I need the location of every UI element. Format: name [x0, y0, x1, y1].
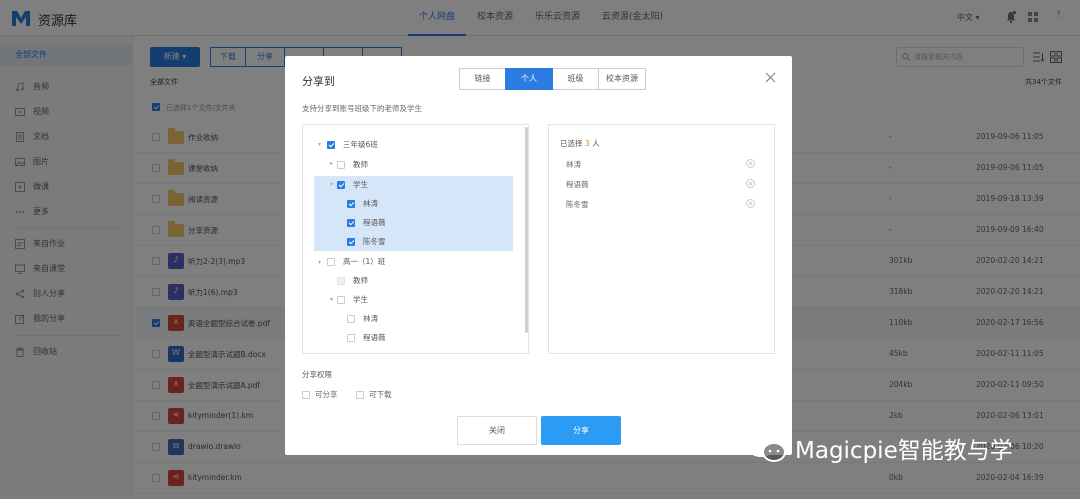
tree-node-teachers[interactable]: 教师: [337, 155, 368, 175]
tree-scrollbar[interactable]: [525, 127, 528, 333]
tree-node-student[interactable]: 林涛: [347, 309, 378, 329]
tree-node-label: 陈冬雪: [363, 237, 386, 246]
recipient-tree: ▾ 三年级6班 ▸ 教师 ▾ 学生 林涛 程语薇 陈冬雪 ▾ 高一（1）班 教师…: [302, 124, 529, 354]
tree-checkbox-disabled: [337, 277, 345, 285]
share-dialog: 分享到 链接 个人 班级 校本资源 支持分享到账号班级下的老师及学生 ▾ 三年级…: [285, 56, 792, 455]
tree-node-student[interactable]: 程语薇: [347, 328, 386, 348]
tree-checkbox[interactable]: [337, 161, 345, 169]
tree-node-label: 学生: [353, 180, 368, 189]
tab-class[interactable]: 班级: [552, 68, 599, 90]
selected-recipients-panel: 已选择 3 人 林涛 程语薇 陈冬雪: [548, 124, 775, 354]
expand-arrow-icon[interactable]: ▾: [330, 181, 333, 188]
tree-node-class-senior1-1[interactable]: 高一（1）班: [327, 252, 385, 272]
tree-node-label: 学生: [353, 295, 368, 304]
collapse-arrow-icon[interactable]: ▸: [330, 160, 333, 167]
can-download-checkbox[interactable]: [356, 391, 364, 399]
selected-count-label: 已选择 3 人: [560, 138, 600, 149]
tree-node-student[interactable]: 程语薇: [347, 213, 386, 233]
close-icon[interactable]: [765, 72, 776, 83]
can-share-checkbox[interactable]: [302, 391, 310, 399]
tree-checkbox[interactable]: [347, 334, 355, 342]
tree-node-label: 林涛: [363, 199, 378, 208]
expand-arrow-icon[interactable]: ▾: [318, 141, 321, 148]
tree-node-students[interactable]: 学生: [337, 175, 368, 195]
tree-node-student[interactable]: 林涛: [347, 194, 378, 214]
wechat-icon: [746, 433, 786, 462]
tree-checkbox[interactable]: [347, 238, 355, 246]
permission-label: 可下载: [369, 390, 392, 399]
tree-node-label: 三年级6班: [343, 140, 378, 149]
dialog-description: 支持分享到账号班级下的老师及学生: [302, 104, 422, 113]
tree-checkbox[interactable]: [337, 181, 345, 189]
tree-node-class-grade3-6[interactable]: 三年级6班: [327, 135, 378, 155]
tab-personal[interactable]: 个人: [505, 68, 553, 90]
tree-checkbox[interactable]: [347, 200, 355, 208]
tree-checkbox[interactable]: [337, 296, 345, 304]
selected-recipient: 陈冬雪: [566, 200, 589, 209]
tab-link[interactable]: 链接: [459, 68, 506, 90]
permission-label: 可分享: [315, 390, 338, 399]
tab-school-resources[interactable]: 校本资源: [598, 68, 646, 90]
close-button[interactable]: 关闭: [457, 416, 537, 445]
remove-icon[interactable]: [746, 159, 755, 168]
watermark-text: Magicpie智能教与学: [795, 438, 1013, 464]
tree-node-label: 程语薇: [363, 218, 386, 227]
tree-node-label: 程语薇: [363, 333, 386, 342]
watermark: Magicpie智能教与学: [744, 430, 1013, 466]
share-target-tabs: 链接 个人 班级 校本资源: [459, 68, 646, 90]
dialog-title: 分享到: [302, 75, 335, 88]
remove-icon[interactable]: [746, 179, 755, 188]
tree-checkbox[interactable]: [347, 315, 355, 323]
selected-recipient: 林涛: [566, 160, 581, 169]
tree-node-teachers[interactable]: 教师: [337, 271, 368, 291]
selected-suffix: 人: [592, 139, 600, 148]
tree-node-label: 教师: [353, 276, 368, 285]
tree-checkbox[interactable]: [327, 258, 335, 266]
expand-arrow-icon[interactable]: ▾: [330, 296, 333, 303]
tree-node-student[interactable]: 陈冬雪: [347, 232, 386, 252]
selected-prefix: 已选择: [560, 139, 583, 148]
remove-icon[interactable]: [746, 199, 755, 208]
tree-checkbox[interactable]: [347, 219, 355, 227]
permission-can-share[interactable]: 可分享: [302, 389, 338, 400]
tree-node-label: 林涛: [363, 314, 378, 323]
tree-node-label: 教师: [353, 160, 368, 169]
tree-checkbox[interactable]: [347, 353, 355, 354]
confirm-share-button[interactable]: 分享: [541, 416, 621, 445]
selected-count: 3: [584, 139, 590, 148]
expand-arrow-icon[interactable]: ▾: [318, 259, 321, 266]
tree-node-label: 高一（1）班: [343, 257, 386, 266]
tree-checkbox[interactable]: [327, 141, 335, 149]
share-permissions-title: 分享权限: [302, 370, 332, 379]
permission-can-download[interactable]: 可下载: [356, 389, 392, 400]
tree-node-students[interactable]: 学生: [337, 290, 368, 310]
selected-recipient: 程语薇: [566, 180, 589, 189]
